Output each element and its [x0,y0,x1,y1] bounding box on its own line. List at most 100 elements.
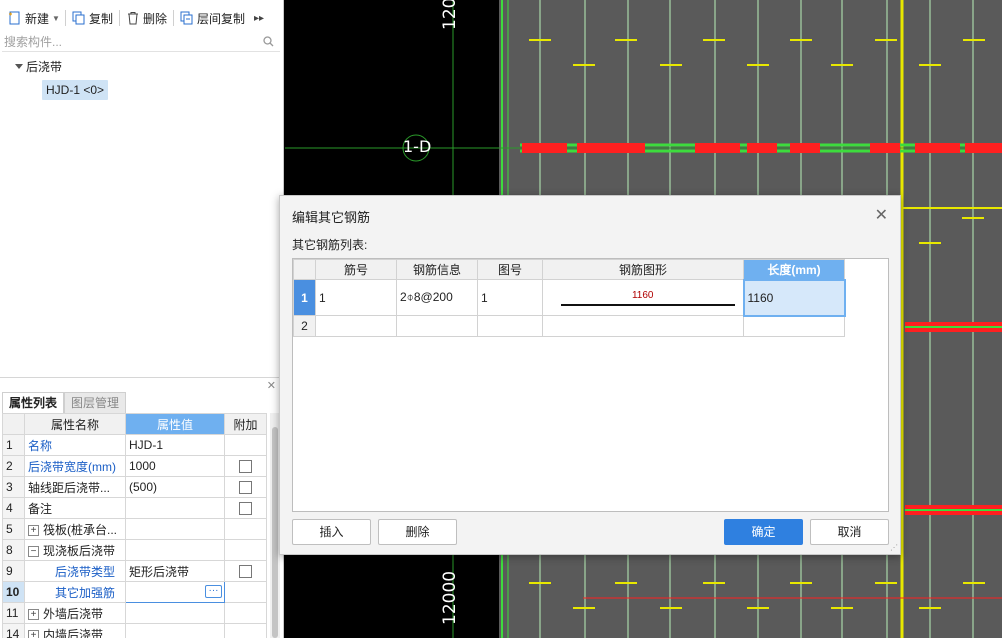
component-panel: 新建 ▼ 复制 删除 层间复制 ▸▸ 后浇带 HJD-1 <0> ✕ 属性列表 … [0,0,284,638]
search-input[interactable] [2,32,257,52]
table-row[interactable]: 5 + 筏板(桩承台... [2,518,267,540]
property-value[interactable]: HJD-1 [125,434,225,456]
insert-button[interactable]: 插入 [292,519,371,545]
extra-checkbox[interactable] [239,460,252,474]
property-name: 轴线距后浇带... [24,476,126,498]
property-group-label: 筏板(桩承台... [43,522,117,537]
property-name: 后浇带类型 [24,560,126,582]
row-number: 8 [2,539,25,561]
cancel-button[interactable]: 取消 [810,519,889,545]
collapse-icon[interactable]: − [28,545,39,557]
length-cell[interactable]: 1160 [742,278,846,317]
tree-expand-caret-icon[interactable] [15,64,23,69]
dialog-title: 编辑其它钢筋 [292,210,371,225]
floor-copy-button[interactable]: 层间复制 [177,7,248,29]
column-header: 长度(mm) [743,259,845,280]
bar-number-cell[interactable]: 1 [315,279,397,316]
property-value[interactable] [125,497,225,519]
table-row[interactable]: 2 后浇带宽度(mm) 1000 [2,455,267,477]
table-row[interactable]: 10 其它加强筋 ··· [2,581,267,603]
row-number: 1 [2,434,25,456]
property-name: + 外墙后浇带 [24,602,126,624]
property-group-label: 外墙后浇带 [43,606,104,621]
length-cell[interactable] [743,315,845,337]
property-table: 属性名称 属性值 附加 1 名称 HJD-1 2 后浇带宽度(mm) 1000 … [2,413,267,638]
expand-icon[interactable]: + [28,629,39,638]
column-header: 钢筋图形 [542,259,744,280]
property-value-editor[interactable]: ··· [125,581,225,603]
extra-checkbox[interactable] [239,502,252,516]
row-number-header [2,413,25,435]
table-row[interactable]: 4 备注 [2,497,267,519]
dimension-label-top: 12000 [440,0,460,30]
column-header: 图号 [477,259,543,280]
row-number[interactable]: 2 [293,315,316,337]
row-number: 4 [2,497,25,519]
property-value[interactable]: 1000 [125,455,225,477]
rebar-shape-cell[interactable] [542,315,744,337]
delete-button[interactable]: 删除 [378,519,457,545]
table-row[interactable]: 11 + 外墙后浇带 [2,602,267,624]
expand-icon[interactable]: + [28,524,39,536]
extra-checkbox[interactable] [239,565,252,579]
table-row[interactable]: 14 + 内墙后浇带 [2,623,267,638]
figure-number-cell[interactable] [477,315,543,337]
close-icon[interactable]: ✕ [267,379,276,392]
rebar-shape-cell[interactable]: 1160 [542,279,744,316]
table-row[interactable]: 1 1 2⌽8@200 1 1160 1160 [293,278,846,317]
property-name: 备注 [24,497,126,519]
ellipsis-button[interactable]: ··· [205,585,222,598]
component-toolbar: 新建 ▼ 复制 删除 层间复制 ▸▸ [0,5,282,31]
property-header-row: 属性名称 属性值 附加 [2,413,267,435]
tab-property-list[interactable]: 属性列表 [2,392,65,413]
property-value [125,539,225,561]
property-extra [224,623,267,638]
property-value[interactable]: (500) [125,476,225,498]
property-extra [224,560,267,582]
resize-grip-icon[interactable]: ⋰ [890,543,898,552]
property-extra-header: 附加 [224,413,267,435]
tree-node-post-cast-strip[interactable]: 后浇带 [26,57,62,77]
property-group-label: 内墙后浇带 [43,627,104,638]
copy-button-label: 复制 [88,11,113,26]
property-tabs: 属性列表 图层管理 [2,392,127,413]
rebar-list-label: 其它钢筋列表: [292,238,368,252]
ok-button[interactable]: 确定 [724,519,803,545]
rebar-info-cell[interactable] [396,315,478,337]
expand-icon[interactable]: + [28,608,39,620]
search-icon[interactable] [263,36,274,47]
tab-layer-management[interactable]: 图层管理 [64,392,127,413]
toolbar-overflow-icon[interactable]: ▸▸ [254,13,264,24]
extra-checkbox[interactable] [239,481,252,495]
property-extra [224,539,267,561]
new-file-icon [9,11,20,25]
property-name: + 筏板(桩承台... [24,518,126,540]
shape-length-value: 1160 [631,289,654,301]
table-row[interactable]: 8 − 现浇板后浇带 [2,539,267,561]
bar-number-cell[interactable] [315,315,397,337]
delete-button[interactable]: 删除 [123,7,170,29]
table-row[interactable]: 9 后浇带类型 矩形后浇带 [2,560,267,582]
figure-number-cell[interactable]: 1 [477,279,543,316]
row-number: 9 [2,560,25,582]
new-button[interactable]: 新建 [5,7,52,29]
copy-button[interactable]: 复制 [69,7,116,29]
property-value[interactable]: 矩形后浇带 [125,560,225,582]
rebar-info-cell[interactable]: 2⌽8@200 [396,279,478,316]
scrollbar-thumb[interactable] [272,427,278,638]
rebar-grid: 筋号 钢筋信息 图号 钢筋图形 长度(mm) 1 1 2⌽8@200 1 116… [292,258,889,512]
rebar-shape: 1160 [546,281,740,315]
row-number[interactable]: 1 [293,279,316,316]
delete-button-label: 删除 [142,11,167,26]
property-name: 后浇带宽度(mm) [24,455,126,477]
table-row[interactable]: 2 [293,315,845,337]
close-icon[interactable]: ✕ [875,205,888,225]
tree-node-hjd-1[interactable]: HJD-1 <0> [42,80,109,100]
edit-other-rebar-dialog: 编辑其它钢筋 ✕ 其它钢筋列表: 筋号 钢筋信息 图号 钢筋图形 长度(mm) … [279,195,901,555]
property-value-header: 属性值 [125,413,225,435]
table-row[interactable]: 3 轴线距后浇带... (500) [2,476,267,498]
table-row[interactable]: 1 名称 HJD-1 [2,434,267,456]
row-number: 5 [2,518,25,540]
property-name: 名称 [24,434,126,456]
new-dropdown-arrow-icon[interactable]: ▼ [52,14,60,23]
